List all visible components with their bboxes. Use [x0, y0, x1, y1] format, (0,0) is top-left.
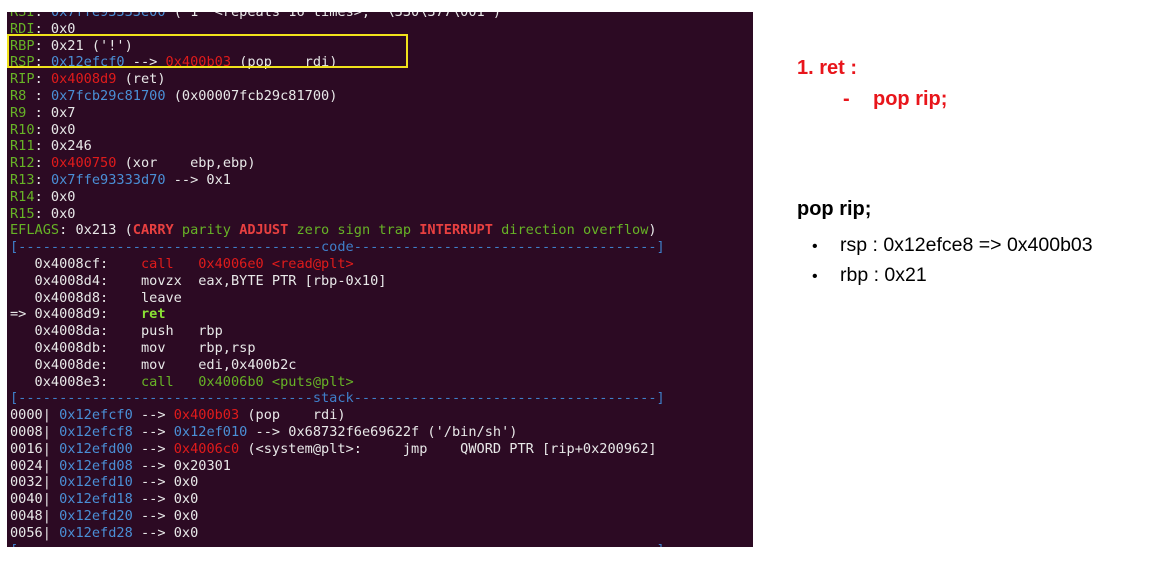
bullet-icon: • [812, 268, 818, 285]
step-sub-item: - pop rip; [843, 88, 947, 111]
bullet-item: • rbp : 0x21 [812, 264, 927, 287]
step-sub-text: pop rip; [873, 88, 948, 110]
bullet-text: rbp : 0x21 [840, 264, 927, 286]
dash-marker: - [843, 88, 850, 110]
section-title: pop rip; [797, 198, 872, 220]
annotation-panel: 1. ret : - pop rip; pop rip; • rsp : 0x12e… [0, 0, 1168, 564]
bullet-icon: • [812, 238, 818, 255]
bullet-text: rsp : 0x12efce8 => 0x400b03 [840, 234, 1093, 256]
step-label: 1. ret : [797, 57, 858, 79]
bullet-item: • rsp : 0x12efce8 => 0x400b03 [812, 234, 1093, 257]
